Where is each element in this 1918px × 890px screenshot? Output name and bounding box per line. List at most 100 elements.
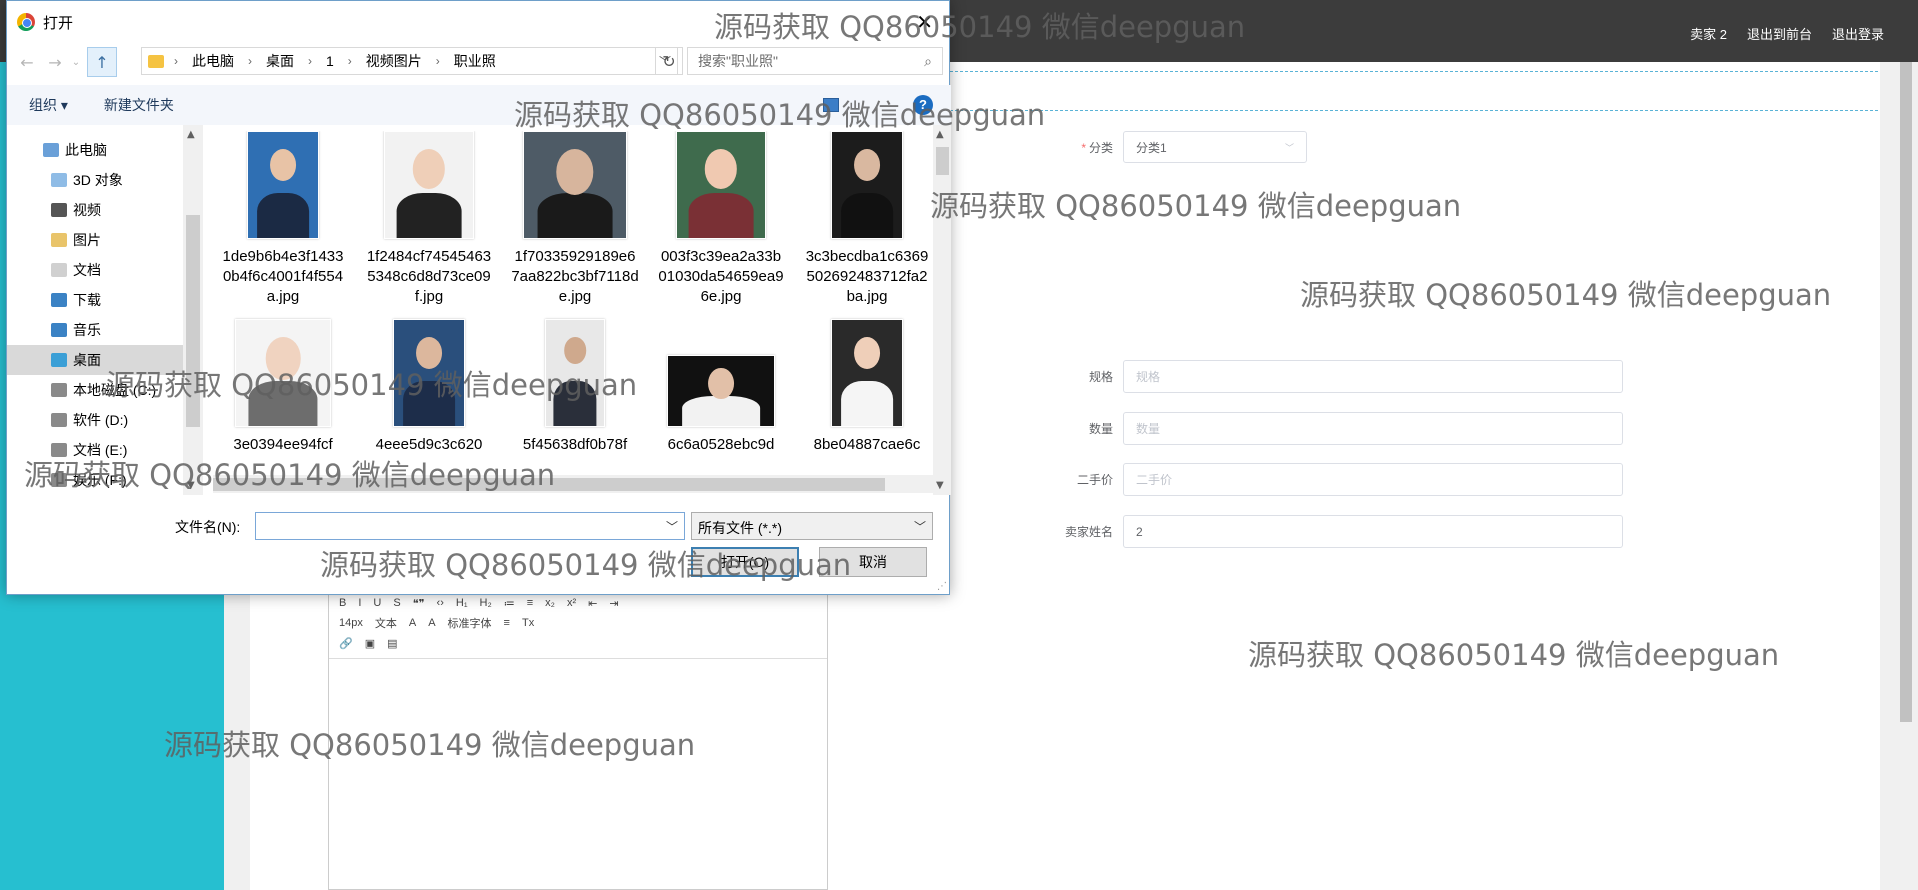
editor-tool-button[interactable]: U <box>373 597 381 609</box>
tree-item-label: 软件 (D:) <box>73 412 129 428</box>
breadcrumb-career-photos[interactable]: 职业照 <box>454 51 496 71</box>
file-tile[interactable]: 4eee5d9c3c620 <box>359 319 499 455</box>
hscrollbar-thumb[interactable] <box>213 478 885 491</box>
tree-item[interactable]: 图片 <box>7 225 203 255</box>
file-tile[interactable]: 8be04887cae6c <box>797 319 933 455</box>
logout-link[interactable]: 退出登录 <box>1832 24 1884 43</box>
close-icon[interactable]: ✕ <box>916 10 933 34</box>
scroll-up-icon[interactable]: ▲ <box>187 129 195 140</box>
page-scrollbar[interactable] <box>1894 62 1918 890</box>
file-type-filter[interactable]: 所有文件 (*.*) ﹀ <box>691 512 933 540</box>
back-arrow-icon[interactable]: ← <box>13 53 41 72</box>
editor-tool-button[interactable]: ≔ <box>504 597 515 610</box>
tree-item[interactable]: 文档 <box>7 255 203 285</box>
editor-tool-button[interactable]: ⇥ <box>609 597 618 610</box>
rich-text-editor[interactable]: B I U S ❝❞ ‹› H₁ H₂ ≔ ≡ x₂ x² ⇤ ⇥ 14px 文本 A A 标准字体 ≡ Tx 🔗 ▣ ▤ <box>328 588 828 890</box>
editor-tool-button[interactable]: I <box>358 597 361 609</box>
editor-tool-button[interactable]: S <box>393 597 400 609</box>
new-folder-button[interactable]: 新建文件夹 <box>104 95 174 115</box>
file-grid-scrollbar[interactable]: ▲ ▼ <box>933 125 951 495</box>
file-grid-scrollbar-thumb[interactable] <box>936 147 949 175</box>
breadcrumb-folder-1[interactable]: 1 <box>326 53 334 69</box>
cancel-button[interactable]: 取消 <box>819 547 927 577</box>
chevron-down-icon[interactable]: ﹀ <box>914 518 926 535</box>
editor-tool-button[interactable]: Tx <box>522 617 534 629</box>
editor-tool-button[interactable]: ▤ <box>387 637 397 650</box>
breadcrumb-video-images[interactable]: 视频图片 <box>366 51 422 71</box>
editor-tool-button[interactable]: A <box>409 617 416 629</box>
view-options-icon[interactable] <box>823 98 839 112</box>
exit-to-frontend-link[interactable]: 退出到前台 <box>1747 24 1812 43</box>
file-tile[interactable]: 5f45638df0b78f <box>505 319 645 455</box>
editor-tool-button[interactable]: H₂ <box>480 597 492 609</box>
tree-item[interactable]: 软件 (D:) <box>7 405 203 435</box>
seller-input[interactable]: 2 <box>1123 515 1623 548</box>
tree-item[interactable]: 视频 <box>7 195 203 225</box>
editor-tool-button[interactable]: ≡ <box>527 597 533 609</box>
resize-grip-icon[interactable]: ⋰ <box>937 581 947 592</box>
seller-row: 卖家姓名 2 <box>1003 515 1623 548</box>
folder-icon <box>51 413 67 427</box>
recent-locations-icon[interactable]: ⌄ <box>69 57 83 68</box>
tree-scrollbar-thumb[interactable] <box>186 215 200 427</box>
editor-tool-button[interactable]: B <box>339 597 346 609</box>
category-select[interactable]: 分类1 ﹀ <box>1123 131 1307 163</box>
editor-tool-button[interactable]: H₁ <box>456 597 468 609</box>
scroll-down-icon[interactable]: ▼ <box>187 480 195 491</box>
editor-tool-button[interactable]: ▣ <box>365 637 375 650</box>
image-thumbnail <box>523 131 627 239</box>
filename-input[interactable]: ﹀ <box>255 512 685 540</box>
editor-tool-button[interactable]: ⇤ <box>588 597 597 610</box>
scroll-up-icon[interactable]: ▲ <box>936 129 944 140</box>
tree-item[interactable]: 娱乐 (F:) <box>7 465 203 495</box>
file-tile[interactable]: 003f3c39ea2a33b01030da54659ea96e.jpg <box>651 131 791 307</box>
chevron-down-icon[interactable]: ﹀ <box>666 518 678 535</box>
user-link[interactable]: 卖家 2 <box>1690 24 1727 43</box>
editor-tool-button[interactable]: x₂ <box>545 597 555 609</box>
help-icon[interactable]: ? <box>913 95 933 115</box>
page-scrollbar-thumb[interactable] <box>1900 62 1912 722</box>
editor-tool-button[interactable]: ‹› <box>437 597 444 609</box>
tree-item[interactable]: 桌面 <box>7 345 203 375</box>
price-input[interactable]: 二手价 <box>1123 463 1623 496</box>
tree-item[interactable]: 下载 <box>7 285 203 315</box>
breadcrumb-this-pc[interactable]: 此电脑 <box>192 51 234 71</box>
editor-tool-button[interactable]: 14px <box>339 617 363 629</box>
scroll-down-icon[interactable]: ▼ <box>936 480 944 491</box>
folder-icon <box>51 353 67 367</box>
chevron-right-icon: › <box>347 54 352 68</box>
editor-tool-button[interactable]: ❝❞ <box>413 597 425 610</box>
tree-scrollbar[interactable]: ▲ ▼ <box>183 125 203 495</box>
search-input[interactable]: 搜索"职业照" ⌕ <box>687 47 943 75</box>
file-grid-hscrollbar[interactable] <box>213 475 933 493</box>
spec-label: 规格 <box>1088 370 1113 384</box>
editor-tool-button[interactable]: x² <box>567 597 576 609</box>
refresh-icon[interactable]: ↻ <box>655 47 683 75</box>
tree-item[interactable]: 3D 对象 <box>7 165 203 195</box>
tree-item[interactable]: 文档 (E:) <box>7 435 203 465</box>
file-tile[interactable]: 1f70335929189e67aa822bc3bf7118de.jpg <box>505 131 645 307</box>
file-tile[interactable]: 6c6a0528ebc9d <box>651 319 791 455</box>
organize-menu[interactable]: 组织 ▾ <box>29 95 68 115</box>
tree-item[interactable]: 音乐 <box>7 315 203 345</box>
editor-tool-button[interactable]: ≡ <box>504 617 510 629</box>
editor-tool-button[interactable]: 🔗 <box>339 637 353 650</box>
folder-icon <box>51 203 67 217</box>
tree-item[interactable]: 此电脑 <box>7 135 203 165</box>
file-tile[interactable]: 1de9b6b4e3f14330b4f6c4001f4f554a.jpg <box>213 131 353 307</box>
file-tile[interactable]: 3c3becdba1c6369502692483712fa2ba.jpg <box>797 131 933 307</box>
tree-item[interactable]: 本地磁盘 (C:) <box>7 375 203 405</box>
editor-tool-button[interactable]: 文本 <box>375 615 397 631</box>
up-arrow-icon[interactable]: ↑ <box>87 47 117 77</box>
editor-tool-button[interactable]: 标准字体 <box>448 615 492 631</box>
file-tile[interactable]: 3e0394ee94fcf <box>213 319 353 455</box>
editor-tool-button[interactable]: A <box>428 617 435 629</box>
address-bar[interactable]: › 此电脑 › 桌面 › 1 › 视频图片 › 职业照 ﹀ <box>141 47 678 75</box>
file-tile[interactable]: 1f2484cf745454635348c6d8d73ce09f.jpg <box>359 131 499 307</box>
open-button[interactable]: 打开(O) <box>691 547 799 577</box>
breadcrumb-desktop[interactable]: 桌面 <box>266 51 294 71</box>
forward-arrow-icon[interactable]: → <box>41 53 69 72</box>
spec-input[interactable]: 规格 <box>1123 360 1623 393</box>
file-name: 6c6a0528ebc9d <box>667 436 775 453</box>
quantity-input[interactable]: 数量 <box>1123 412 1623 445</box>
